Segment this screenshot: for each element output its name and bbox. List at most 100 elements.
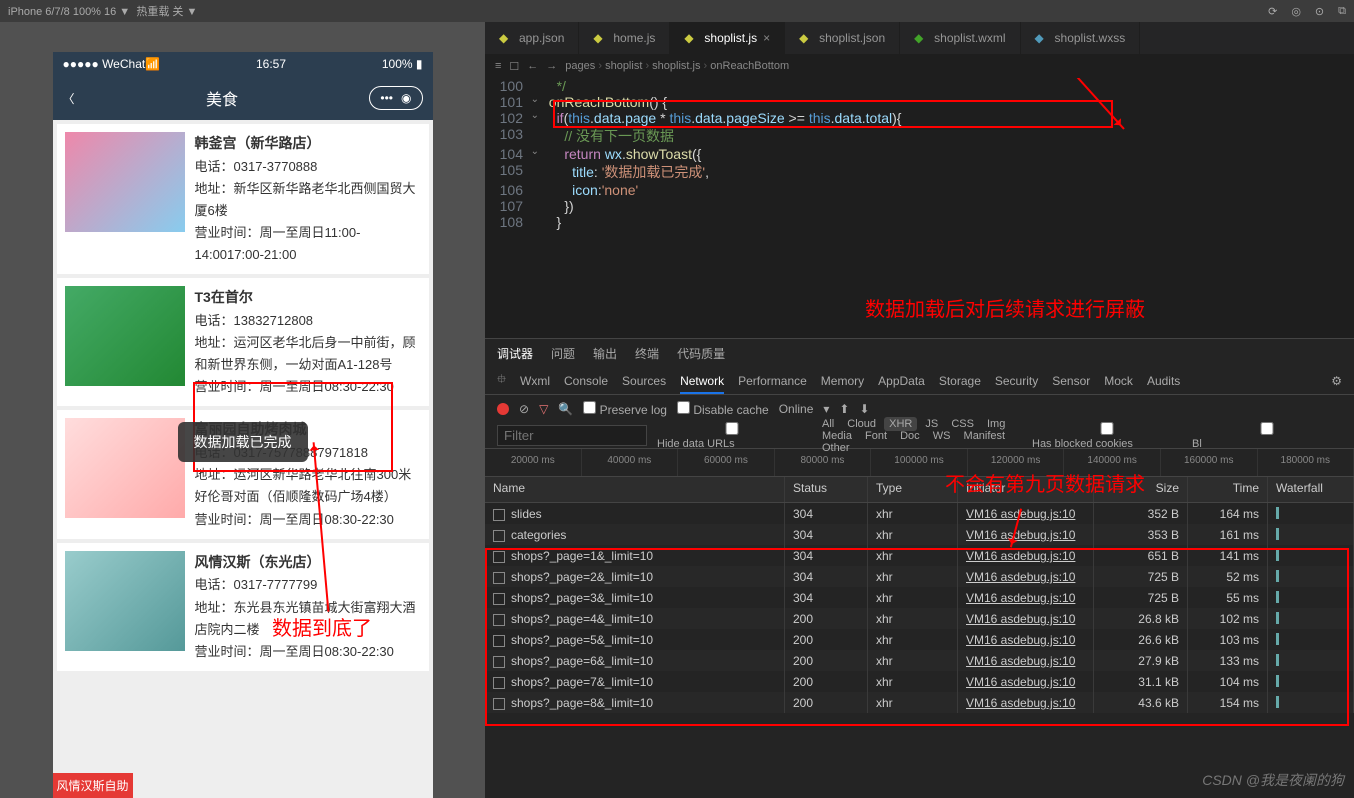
back-icon[interactable]: 〈 xyxy=(63,90,75,107)
subtab-Wxml[interactable]: Wxml xyxy=(520,374,550,388)
filter-input[interactable] xyxy=(497,425,647,446)
col-waterfall[interactable]: Waterfall xyxy=(1268,477,1354,502)
col-time[interactable]: Time xyxy=(1188,477,1268,502)
devtab-问题[interactable]: 问题 xyxy=(551,345,575,362)
network-row[interactable]: shops?_page=8&_limit=10200xhrVM16 asdebu… xyxy=(485,692,1354,713)
online-select[interactable]: Online xyxy=(779,402,814,416)
devtab-输出[interactable]: 输出 xyxy=(593,345,617,362)
tab-shoplist.js[interactable]: ◆shoplist.js× xyxy=(670,22,785,54)
devtab-调试器[interactable]: 调试器 xyxy=(497,345,533,362)
clear-icon[interactable]: ⊘ xyxy=(519,402,529,416)
download-icon[interactable]: ⬇ xyxy=(859,402,869,416)
network-row[interactable]: categories304xhrVM16 asdebug.js:10353 B1… xyxy=(485,524,1354,545)
clock: 16:57 xyxy=(256,57,286,71)
target-icon[interactable]: ◉ xyxy=(401,91,411,105)
subtab-Performance[interactable]: Performance xyxy=(738,374,807,388)
network-row[interactable]: shops?_page=7&_limit=10200xhrVM16 asdebu… xyxy=(485,671,1354,692)
filter-WS[interactable]: WS xyxy=(928,429,956,443)
filter-Manifest[interactable]: Manifest xyxy=(959,429,1011,443)
page-title: 美食 xyxy=(75,86,370,110)
shop-card[interactable]: 风情汉斯（东光店）电话：0317-7777799地址：东光县东光镇苗城大街富翔大… xyxy=(57,543,429,671)
network-row[interactable]: shops?_page=5&_limit=10200xhrVM16 asdebu… xyxy=(485,629,1354,650)
subtab-Audits[interactable]: Audits xyxy=(1147,374,1180,388)
filter-icon[interactable]: ▽ xyxy=(539,402,548,416)
upload-icon[interactable]: ⬆ xyxy=(839,402,849,416)
close-icon[interactable]: × xyxy=(763,31,770,45)
col-status[interactable]: Status xyxy=(785,477,868,502)
tab-shoplist.json[interactable]: ◆shoplist.json xyxy=(785,22,900,54)
shop-card[interactable]: T3在首尔电话：13832712808地址：运河区老华北后身一中前街，顾和新世界… xyxy=(57,278,429,406)
tab-label: shoplist.wxss xyxy=(1055,31,1126,45)
blocked[interactable]: Bl xyxy=(1192,422,1342,450)
network-row[interactable]: shops?_page=6&_limit=10200xhrVM16 asdebu… xyxy=(485,650,1354,671)
ide-top-bar: iPhone 6/7/8 100% 16 ▼ 热重载 关 ▼ ⟳ ◎ ⊙ ⧉ xyxy=(0,0,1354,22)
watermark: CSDN @我是夜阑的狗 xyxy=(1202,770,1344,790)
refresh-icon[interactable]: ⟳ xyxy=(1268,5,1277,18)
timeline-tick: 180000 ms xyxy=(1258,449,1354,476)
code-line: 107 }) xyxy=(485,198,1354,214)
home-icon[interactable]: ◎ xyxy=(1291,5,1301,18)
nav-fwd-icon[interactable]: → xyxy=(546,60,557,72)
tab-home.js[interactable]: ◆home.js xyxy=(579,22,670,54)
breadcrumb-item[interactable]: shoplist xyxy=(605,60,642,72)
nav-bar: 〈 美食 ••• ◉ xyxy=(53,76,433,120)
network-table: 不会有第九页数据请求 slides304xhrVM16 asdebug.js:1… xyxy=(485,503,1354,713)
breadcrumb-item[interactable]: shoplist.js xyxy=(652,60,700,72)
file-icon: ◆ xyxy=(914,31,928,45)
col-name[interactable]: Name xyxy=(485,477,785,502)
shop-thumb xyxy=(65,418,185,518)
timeline[interactable]: 20000 ms40000 ms60000 ms80000 ms100000 m… xyxy=(485,449,1354,477)
devtab-代码质量[interactable]: 代码质量 xyxy=(677,345,725,362)
menu-icon[interactable]: ••• xyxy=(380,91,393,105)
subtab-Memory[interactable]: Memory xyxy=(821,374,864,388)
disable-cache[interactable]: Disable cache xyxy=(677,401,769,417)
search-icon[interactable]: 🔍 xyxy=(558,402,573,416)
subtab-Sensor[interactable]: Sensor xyxy=(1052,374,1090,388)
subtab-Console[interactable]: Console xyxy=(564,374,608,388)
shop-thumb xyxy=(65,551,185,651)
tab-app.json[interactable]: ◆app.json xyxy=(485,22,579,54)
subtab-Sources[interactable]: Sources xyxy=(622,374,666,388)
network-row[interactable]: shops?_page=3&_limit=10304xhrVM16 asdebu… xyxy=(485,587,1354,608)
hot-reload[interactable]: 热重载 关 ▼ xyxy=(136,6,197,18)
code-line: 108 } xyxy=(485,214,1354,230)
more-icon[interactable]: ⊙ xyxy=(1315,5,1324,18)
preserve-log[interactable]: Preserve log xyxy=(583,401,667,417)
subtab-Storage[interactable]: Storage xyxy=(939,374,981,388)
bookmark-icon[interactable]: ☐ xyxy=(509,60,519,73)
shop-thumb xyxy=(65,286,185,386)
subtab-Network[interactable]: Network xyxy=(680,374,724,394)
breadcrumb-item[interactable]: pages xyxy=(565,60,595,72)
shop-thumb xyxy=(65,132,185,232)
tab-label: app.json xyxy=(519,31,564,45)
settings-icon[interactable]: ⚙ xyxy=(1331,374,1342,388)
network-row[interactable]: shops?_page=1&_limit=10304xhrVM16 asdebu… xyxy=(485,545,1354,566)
blocked-cookies[interactable]: Has blocked cookies xyxy=(1032,422,1182,450)
shop-card[interactable]: 韩釜宫（新华路店）电话：0317-3770888地址：新华区新华路老华北西侧国贸… xyxy=(57,124,429,274)
subtab-Security[interactable]: Security xyxy=(995,374,1038,388)
detach-icon[interactable]: ⧉ xyxy=(1338,5,1346,18)
file-icon: ◆ xyxy=(593,31,607,45)
shop-addr: 地址：运河区新华路老华北往南300米好伦哥对面（佰顺隆数码广场4楼） xyxy=(195,464,421,508)
subtab-Mock[interactable]: Mock xyxy=(1104,374,1133,388)
devtab-终端[interactable]: 终端 xyxy=(635,345,659,362)
filter-Doc[interactable]: Doc xyxy=(895,429,925,443)
shop-name: 风情汉斯（东光店） xyxy=(195,551,421,575)
nav-back-icon[interactable]: ← xyxy=(527,60,538,72)
editor-menu-icon[interactable]: ≡ xyxy=(495,60,501,72)
filter-Font[interactable]: Font xyxy=(860,429,892,443)
network-row[interactable]: shops?_page=2&_limit=10304xhrVM16 asdebu… xyxy=(485,566,1354,587)
network-row[interactable]: shops?_page=4&_limit=10200xhrVM16 asdebu… xyxy=(485,608,1354,629)
record-icon[interactable] xyxy=(497,403,509,415)
tab-shoplist.wxml[interactable]: ◆shoplist.wxml xyxy=(900,22,1020,54)
tab-shoplist.wxss[interactable]: ◆shoplist.wxss xyxy=(1021,22,1141,54)
hide-urls[interactable]: Hide data URLs xyxy=(657,422,807,450)
network-row[interactable]: slides304xhrVM16 asdebug.js:10352 B164 m… xyxy=(485,503,1354,524)
tab-label: shoplist.js xyxy=(704,31,757,45)
inspect-icon[interactable]: ⯐ xyxy=(497,370,506,391)
breadcrumb-item[interactable]: onReachBottom xyxy=(710,60,789,72)
devtools-tabs: 调试器 问题 输出 终端 代码质量 xyxy=(485,339,1354,367)
code-editor[interactable]: 100 */101⌄ onReachBottom() {102⌄ if(this… xyxy=(485,78,1354,338)
device-select[interactable]: iPhone 6/7/8 100% 16 ▼ xyxy=(8,6,130,18)
subtab-AppData[interactable]: AppData xyxy=(878,374,925,388)
